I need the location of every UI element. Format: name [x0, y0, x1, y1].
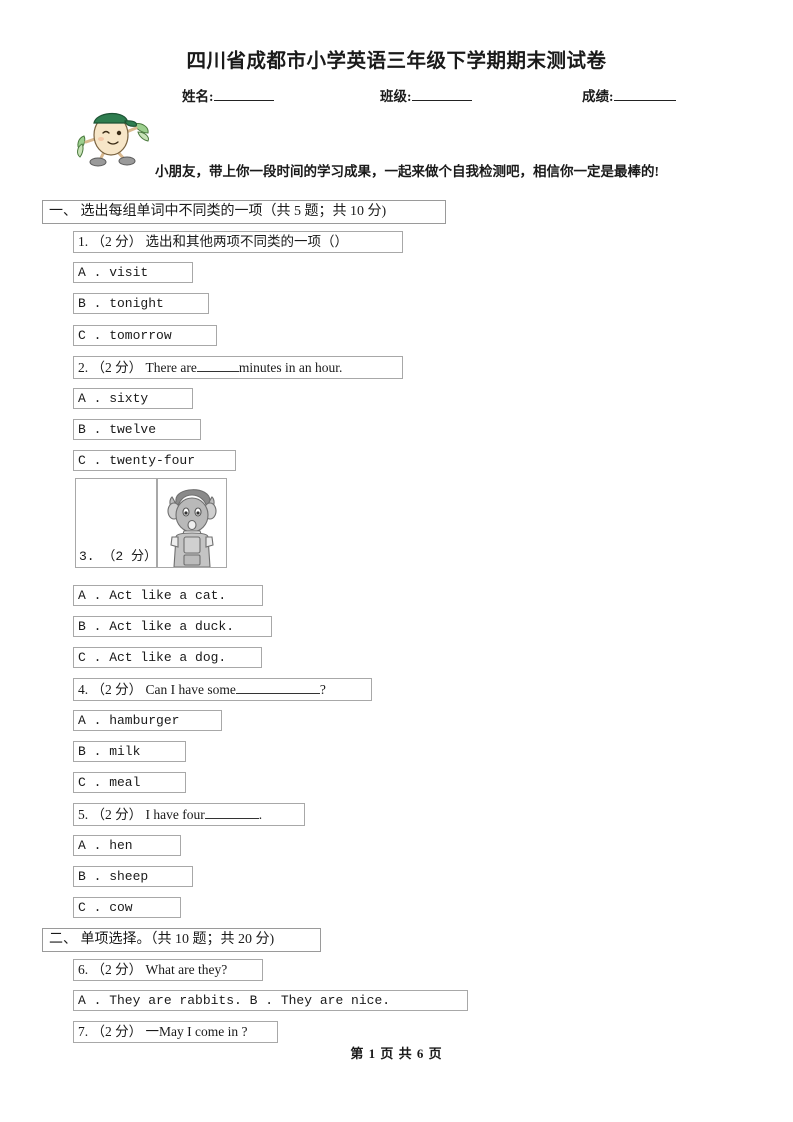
question-1-option-a[interactable]: A . visit: [73, 262, 193, 283]
mascot-character-icon: [72, 108, 158, 168]
question-4-stem-text: 4. （2 分） Can I have some: [78, 682, 236, 697]
class-label: 班级:: [380, 89, 412, 104]
question-7-stem: 7. （2 分） 一May I come in ?: [73, 1021, 278, 1043]
page-title: 四川省成都市小学英语三年级下学期期末测试卷: [186, 51, 607, 72]
question-5-option-c[interactable]: C . cow: [73, 897, 181, 918]
score-blank[interactable]: [613, 89, 676, 101]
question-5-stem-post: .: [258, 807, 263, 822]
question-2-option-c[interactable]: C . twenty-four: [73, 450, 236, 471]
question-1-stem: 1. （2 分） 选出和其他两项不同类的一项（）: [73, 231, 403, 253]
question-6-stem: 6. （2 分） What are they?: [73, 959, 263, 981]
section-heading-1: 一、 选出每组单词中不同类的一项（共 5 题；共 10 分): [42, 200, 446, 225]
question-1-option-b[interactable]: B . tonight: [73, 293, 209, 314]
question-2-option-b[interactable]: B . twelve: [73, 419, 201, 440]
name-blank[interactable]: [213, 89, 274, 101]
question-5-option-a[interactable]: A . hen: [73, 835, 181, 856]
question-5-stem-text: 5. （2 分） I have four: [78, 807, 205, 822]
question-1-stem-text: 1. （2 分） 选出和其他两项不同类的一项（: [78, 234, 335, 249]
question-3-option-b[interactable]: B . Act like a duck.: [73, 616, 272, 637]
student-cartoon-image: [157, 478, 227, 568]
page-footer: 第 1 页 共 6 页: [350, 1046, 443, 1061]
name-field[interactable]: 姓名:: [182, 85, 274, 105]
question-4-blank[interactable]: [235, 682, 320, 694]
question-1-option-c[interactable]: C . tomorrow: [73, 325, 217, 346]
question-2-blank[interactable]: [196, 360, 239, 372]
question-2-stem: 2. （2 分） There are minutes in an hour.: [73, 356, 403, 379]
score-label: 成绩:: [582, 89, 614, 104]
question-4-stem-post: ?: [319, 682, 326, 697]
class-blank[interactable]: [411, 89, 472, 101]
question-6-options-row[interactable]: A . They are rabbits. B . They are nice.: [73, 990, 468, 1011]
question-4-option-a[interactable]: A . hamburger: [73, 710, 222, 731]
class-field[interactable]: 班级:: [380, 85, 472, 105]
intro-text: 小朋友，带上你一段时间的学习成果，一起来做个自我检测吧，相信你一定是最棒的!: [155, 164, 659, 179]
question-5-option-b[interactable]: B . sheep: [73, 866, 193, 887]
name-label: 姓名:: [182, 89, 214, 104]
question-3-option-a[interactable]: A . Act like a cat.: [73, 585, 263, 606]
question-3-blank-picture-box: 3. （2 分）: [75, 478, 157, 568]
question-2-stem-post: minutes in an hour.: [238, 360, 343, 375]
question-3-number: 3. （2 分）: [79, 549, 158, 564]
question-1-stem-post: ）: [334, 234, 349, 249]
section-heading-2: 二、 单项选择。（共 10 题；共 20 分): [42, 928, 321, 953]
question-2-option-a[interactable]: A . sixty: [73, 388, 193, 409]
identity-row: 姓名: 班级: 成绩:: [182, 85, 676, 105]
score-field[interactable]: 成绩:: [582, 85, 676, 105]
question-4-option-b[interactable]: B . milk: [73, 741, 186, 762]
question-3-option-c[interactable]: C . Act like a dog.: [73, 647, 262, 668]
question-4-option-c[interactable]: C . meal: [73, 772, 186, 793]
question-5-stem: 5. （2 分） I have four.: [73, 803, 305, 826]
exam-paper-page: 四川省成都市小学英语三年级下学期期末测试卷 姓名: 班级: 成绩: 小朋友，带上…: [0, 0, 793, 1122]
question-2-stem-text: 2. （2 分） There are: [78, 360, 197, 375]
question-4-stem: 4. （2 分） Can I have some?: [73, 678, 372, 701]
question-5-blank[interactable]: [204, 807, 259, 819]
